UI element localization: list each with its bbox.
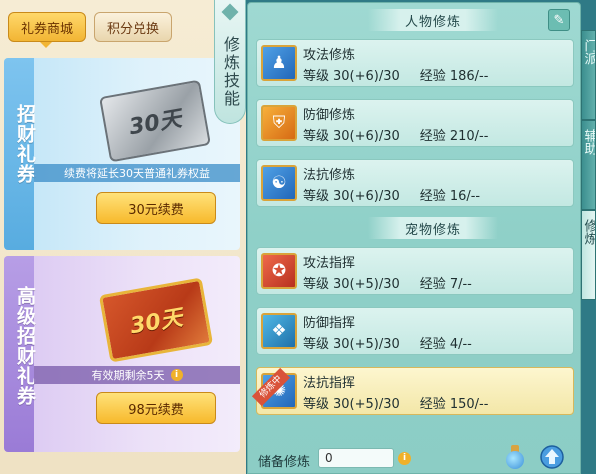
exp-label: 经验 xyxy=(419,189,446,204)
skill-stats: 等级 30(+6)/30 经验 186/-- xyxy=(303,65,492,84)
pet-defense-icon: ❖ xyxy=(261,313,297,349)
skill-row-pet-defense[interactable]: ❖ 防御指挥 等级 30(+5)/30 经验 4/-- xyxy=(256,307,574,355)
reserve-bar: 储备修炼 0 i xyxy=(248,443,580,473)
ornament-icon xyxy=(221,3,239,21)
skill-row-pet-attack[interactable]: ✪ 攻法指挥 等级 30(+5)/30 经验 7/-- xyxy=(256,247,574,295)
cultivation-skill-tab[interactable]: 修炼技能 xyxy=(214,0,246,124)
level-label: 等级 xyxy=(303,397,330,412)
exp-value: 16/-- xyxy=(449,189,481,204)
info-icon[interactable]: i xyxy=(398,452,411,465)
premium-voucher-card: 高级招财礼券 30天 有效期剩余5天 i 98元续费 xyxy=(4,256,240,452)
pet-attack-icon: ✪ xyxy=(261,253,297,289)
silver-voucher-icon: 30天 xyxy=(99,79,211,163)
exp-value: 4/-- xyxy=(449,337,472,352)
level-label: 等级 xyxy=(303,277,330,292)
level-value: 30(+5)/30 xyxy=(333,397,400,412)
magic-resist-icon: ☯ xyxy=(261,165,297,201)
side-tab-assist[interactable]: 辅助 xyxy=(581,120,596,210)
tab-points-exchange[interactable]: 积分兑换 xyxy=(94,12,173,42)
voucher-days: 30天 xyxy=(127,106,184,141)
gold-voucher-icon: 30天 xyxy=(98,277,214,363)
skill-name: 防御修炼 xyxy=(303,108,356,123)
renew-30-button[interactable]: 30元续费 xyxy=(96,192,216,224)
shop-tabs: 礼券商城 积分兑换 xyxy=(8,12,173,42)
pet-cultivation-title: 宠物修炼 xyxy=(368,217,498,239)
exp-label: 经验 xyxy=(419,337,446,352)
card-title: 高级招财礼券 xyxy=(14,286,36,406)
card-title: 招财礼券 xyxy=(14,104,36,184)
voucher-days: 30天 xyxy=(128,305,185,340)
skill-stats: 等级 30(+5)/30 经验 150/-- xyxy=(303,393,492,412)
level-label: 等级 xyxy=(303,337,330,352)
exp-value: 7/-- xyxy=(449,277,472,292)
skill-name: 攻法修炼 xyxy=(303,48,356,63)
info-icon[interactable]: i xyxy=(170,369,183,381)
reserve-field: 0 xyxy=(318,448,394,468)
side-tab-cultivation[interactable]: 修炼 xyxy=(581,210,596,300)
skill-name: 法抗指挥 xyxy=(303,376,356,391)
card-description-text: 续费将延长30天普通礼券权益 xyxy=(64,167,210,180)
card-description-text: 有效期剩余5天 xyxy=(91,369,165,382)
exp-value: 186/-- xyxy=(449,69,489,84)
potion-icon[interactable] xyxy=(502,443,528,471)
skill-stats: 等级 30(+5)/30 经验 7/-- xyxy=(303,273,476,292)
defense-icon: ⛨ xyxy=(261,105,297,141)
exp-value: 150/-- xyxy=(449,397,489,412)
renew-98-button[interactable]: 98元续费 xyxy=(96,392,216,424)
level-label: 等级 xyxy=(303,69,330,84)
cultivation-skill-tab-label: 修炼技能 xyxy=(221,36,240,108)
level-value: 30(+5)/30 xyxy=(333,337,400,352)
exp-label: 经验 xyxy=(419,69,446,84)
level-value: 30(+6)/30 xyxy=(333,189,400,204)
edit-icon[interactable]: ✎ xyxy=(548,9,570,31)
exp-label: 经验 xyxy=(419,277,446,292)
cultivation-panel: 人物修炼 ✎ ♟ 攻法修炼 等级 30(+6)/30 经验 186/-- ⛨ 防御修炼… xyxy=(247,2,581,474)
level-label: 等级 xyxy=(303,189,330,204)
skill-stats: 等级 30(+6)/30 经验 16/-- xyxy=(303,185,484,204)
exp-label: 经验 xyxy=(419,397,446,412)
skill-name: 攻法指挥 xyxy=(303,256,356,271)
side-tab-sect[interactable]: 门派 xyxy=(581,30,596,120)
active-tab-indicator xyxy=(40,42,52,48)
skill-row-pet-resist[interactable]: ✺ 修炼中 法抗指挥 等级 30(+5)/30 经验 150/-- xyxy=(251,367,574,415)
exp-label: 经验 xyxy=(419,129,446,144)
attack-magic-icon: ♟ xyxy=(261,45,297,81)
skill-name: 防御指挥 xyxy=(303,316,356,331)
level-label: 等级 xyxy=(303,129,330,144)
skill-stats: 等级 30(+5)/30 经验 4/-- xyxy=(303,333,476,352)
tab-gift-shop[interactable]: 礼券商城 xyxy=(8,12,87,42)
character-cultivation-title: 人物修炼 xyxy=(368,9,498,31)
level-value: 30(+5)/30 xyxy=(333,277,400,292)
skill-name: 法抗修炼 xyxy=(303,168,356,183)
upgrade-icon[interactable] xyxy=(540,445,564,469)
card-description: 有效期剩余5天 i xyxy=(34,366,240,384)
level-value: 30(+6)/30 xyxy=(333,69,400,84)
card-description: 续费将延长30天普通礼券权益 xyxy=(34,164,240,182)
reserve-label: 储备修炼 xyxy=(258,455,311,470)
skill-row-defense[interactable]: ⛨ 防御修炼 等级 30(+6)/30 经验 210/-- xyxy=(256,99,574,147)
skill-stats: 等级 30(+6)/30 经验 210/-- xyxy=(303,125,492,144)
level-value: 30(+6)/30 xyxy=(333,129,400,144)
skill-row-attack-magic[interactable]: ♟ 攻法修炼 等级 30(+6)/30 经验 186/-- xyxy=(256,39,574,87)
fortune-voucher-card: 招财礼券 30天 续费将延长30天普通礼券权益 30元续费 xyxy=(4,58,240,250)
exp-value: 210/-- xyxy=(449,129,489,144)
skill-row-magic-resist[interactable]: ☯ 法抗修炼 等级 30(+6)/30 经验 16/-- xyxy=(256,159,574,207)
